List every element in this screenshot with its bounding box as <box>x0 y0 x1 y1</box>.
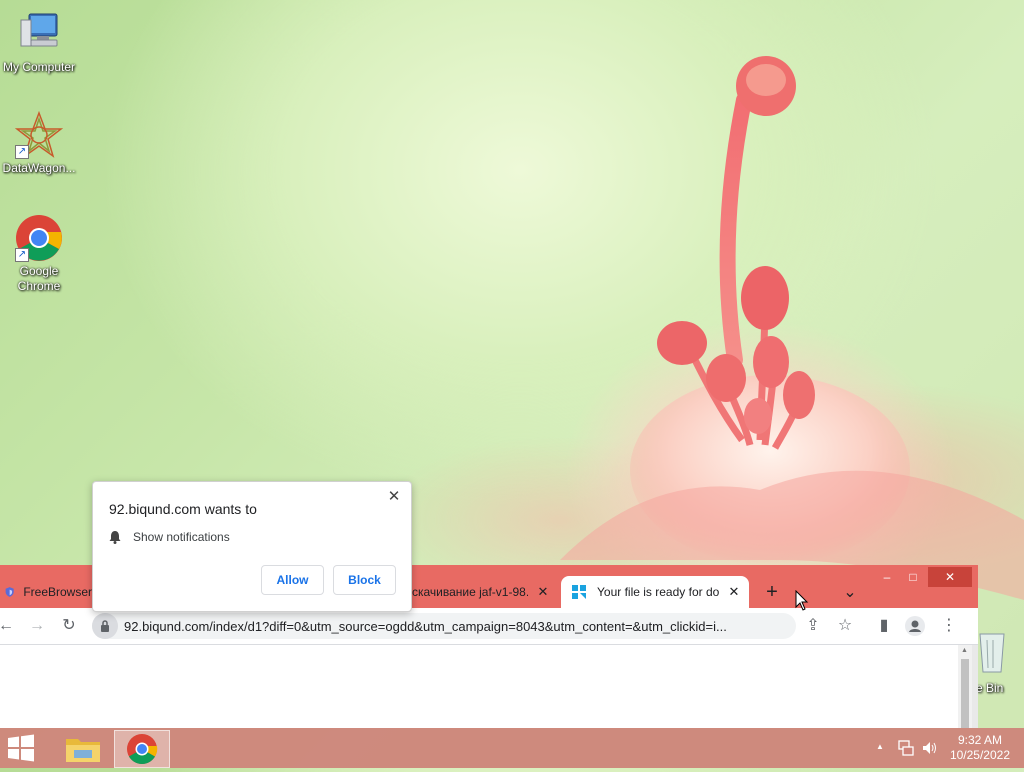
permission-request-row: Show notifications <box>109 530 230 544</box>
address-bar[interactable]: 92.biqund.com/index/d1?diff=0&utm_source… <box>92 613 796 639</box>
forward-icon[interactable]: → <box>27 616 47 636</box>
desktop-icon-recycle-bin[interactable]: e Bin <box>976 630 1024 700</box>
chrome-icon <box>127 734 158 765</box>
lock-icon[interactable] <box>92 613 118 639</box>
block-button[interactable]: Block <box>333 565 396 595</box>
back-icon[interactable]: ← <box>0 616 16 636</box>
tab-close-icon[interactable]: ✕ <box>727 584 741 600</box>
clock-date: 10/25/2022 <box>949 748 1010 762</box>
notification-permission-popup: 92.biqund.com wants to ✕ Show notificati… <box>92 481 412 612</box>
taskbar: ▲ 9:32 AM 10/25/2022 <box>0 728 1024 768</box>
desktop-icon-google-chrome[interactable]: ↗ Google Chrome <box>0 214 78 294</box>
shortcut-arrow-icon: ↗ <box>15 248 29 262</box>
mouse-cursor-icon <box>795 590 809 611</box>
recycle-bin-label: e Bin <box>976 681 1004 695</box>
reload-icon[interactable]: ↻ <box>59 616 79 636</box>
computer-icon <box>15 10 63 58</box>
chrome-icon: ↗ <box>15 214 63 262</box>
scrollbar-thumb[interactable] <box>961 659 969 728</box>
desktop-icon-label: DataWagon... <box>2 161 76 175</box>
desktop-icon-label: My Computer <box>2 60 76 74</box>
permission-title: 92.biqund.com wants to <box>109 501 257 517</box>
url-text: 92.biqund.com/index/d1?diff=0&utm_source… <box>124 618 727 634</box>
volume-icon[interactable] <box>922 740 938 756</box>
bell-icon <box>109 531 121 544</box>
tab-search-button[interactable]: ⌄ <box>838 576 862 608</box>
tab-title: Your file is ready for do <box>597 585 719 599</box>
close-icon[interactable]: ✕ <box>385 488 403 506</box>
menu-kebab-icon[interactable]: ⋮ <box>939 616 959 636</box>
profile-avatar-icon[interactable] <box>905 616 925 636</box>
shield-icon <box>5 587 14 597</box>
share-icon[interactable]: ⇪ <box>803 616 823 636</box>
scroll-up-icon[interactable]: ▲ <box>961 647 968 654</box>
datawagon-icon: ↗ <box>14 110 64 159</box>
tab-download[interactable]: скачивание jaf-v1-98. ✕ <box>412 576 556 608</box>
permission-request-label: Show notifications <box>133 530 230 544</box>
desktop-icon-label: Google Chrome <box>17 264 61 293</box>
clock-time: 9:32 AM <box>957 733 1002 747</box>
close-window-button[interactable]: ✕ <box>928 567 972 587</box>
tab-close-icon[interactable]: ✕ <box>536 584 550 600</box>
taskbar-file-explorer[interactable] <box>56 730 110 766</box>
tab-title: скачивание jaf-v1-98. <box>412 585 528 599</box>
file-icon <box>572 585 586 599</box>
shortcut-arrow-icon: ↗ <box>15 145 29 159</box>
desktop-icon-datawagon[interactable]: ↗ DataWagon... <box>0 110 78 176</box>
recycle-bin-icon <box>979 633 1005 673</box>
browser-toolbar: ← → ↻ 92.biqund.com/index/d1?diff=0&utm_… <box>0 608 978 645</box>
clock[interactable]: 9:32 AM 10/25/2022 <box>950 733 1010 763</box>
minimize-button[interactable]: – <box>876 567 898 587</box>
network-icon[interactable] <box>898 740 914 756</box>
tab-freebrowser[interactable]: FreeBrowser <box>0 576 92 608</box>
tab-title: FreeBrowser <box>23 585 92 599</box>
folder-icon <box>66 739 100 762</box>
desktop-icon-my-computer[interactable]: My Computer <box>0 10 78 75</box>
new-tab-button[interactable]: + <box>760 576 784 608</box>
tray-expand-icon[interactable]: ▲ <box>876 742 884 751</box>
vertical-scrollbar[interactable]: ▲ <box>958 645 972 728</box>
windows-logo-icon <box>8 734 34 762</box>
start-button[interactable] <box>6 734 40 762</box>
page-content <box>0 645 958 728</box>
taskbar-chrome[interactable] <box>114 730 170 768</box>
side-panel-icon[interactable]: ▮ <box>874 616 894 636</box>
bookmark-star-icon[interactable]: ☆ <box>835 616 855 636</box>
system-tray: ▲ <box>876 728 946 768</box>
maximize-button[interactable]: □ <box>902 567 924 587</box>
tab-your-file[interactable]: Your file is ready for do ✕ <box>561 576 749 608</box>
allow-button[interactable]: Allow <box>261 565 324 595</box>
